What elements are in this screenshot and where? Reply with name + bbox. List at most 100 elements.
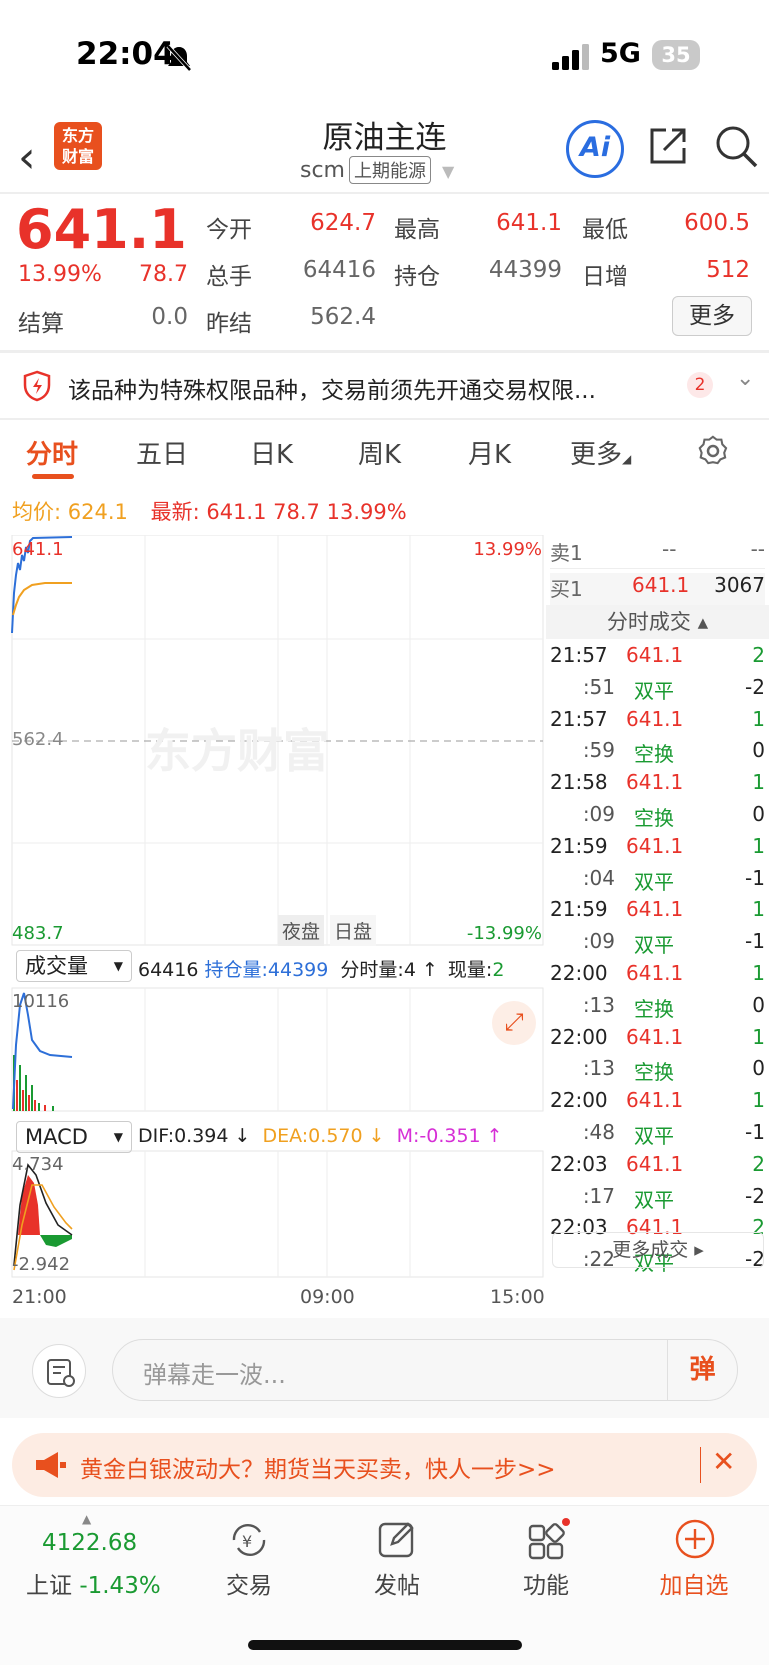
macd-indicator-select[interactable]: MACD ▼ bbox=[16, 1121, 132, 1153]
tick-time: :13 bbox=[582, 992, 615, 1017]
chevron-down-icon: ▼ bbox=[442, 162, 455, 181]
tick-row: 21:59 641.1 1 bbox=[550, 834, 765, 866]
price-info-line: 均价: 624.1 最新: 641.1 78.7 13.99% bbox=[12, 496, 407, 526]
tab-monthly-k[interactable]: 月K bbox=[468, 434, 511, 471]
ticks-header[interactable]: 分时成交 ▴ bbox=[546, 605, 769, 639]
tick-volume: 2 bbox=[752, 1151, 765, 1176]
tab-weekly-k[interactable]: 周K bbox=[358, 434, 401, 471]
index-ticker[interactable]: 上证 -1.43% bbox=[26, 1566, 161, 1600]
danmu-placeholder: 弹幕走一波... bbox=[143, 1361, 286, 1389]
macd-min-label: -2.942 bbox=[12, 1254, 71, 1275]
field-label: 总手 bbox=[206, 264, 252, 290]
chart-tabs: 分时 五日 日K 周K 月K 更多◢ bbox=[0, 420, 769, 488]
field-value: 600.5 bbox=[684, 210, 750, 236]
nav-add-watchlist[interactable]: 加自选 bbox=[644, 1566, 744, 1600]
field-label: 最低 bbox=[582, 217, 628, 243]
search-icon[interactable] bbox=[712, 122, 760, 170]
promo-text: 黄金白银波动大？期货当天买卖，快人一步>> bbox=[80, 1457, 556, 1483]
field-value: 562.4 bbox=[310, 304, 376, 330]
index-value[interactable]: 4122.68 bbox=[42, 1530, 137, 1556]
svg-text:¥: ¥ bbox=[242, 1532, 252, 1551]
price-high-label: 641.1 bbox=[12, 539, 64, 560]
tick-volume: -1 bbox=[745, 929, 765, 954]
tick-price: 双平 bbox=[634, 1187, 674, 1212]
status-bar: 22:04 5G 35 bbox=[0, 0, 769, 112]
tab-five-day[interactable]: 五日 bbox=[136, 434, 188, 471]
silent-bell-icon bbox=[166, 44, 192, 72]
intraday-chart[interactable]: 东方财富 641.1 13.99% 562.4 483.7 -13.99% 夜盘… bbox=[0, 535, 545, 1315]
gear-icon[interactable] bbox=[696, 434, 730, 468]
divider bbox=[700, 1447, 701, 1483]
danmu-settings-icon[interactable] bbox=[32, 1344, 86, 1398]
field-label: 最高 bbox=[394, 217, 440, 243]
chevron-down-icon[interactable]: ⌄ bbox=[736, 366, 754, 391]
latest-value: 641.1 bbox=[206, 500, 267, 524]
symbol-line[interactable]: scm 上期能源 ▼ bbox=[300, 156, 454, 184]
expand-icon[interactable]: ⤢ bbox=[492, 1001, 536, 1045]
tick-row: :09 双平 -1 bbox=[550, 929, 765, 961]
tick-time: :09 bbox=[582, 802, 615, 826]
close-icon[interactable]: ✕ bbox=[712, 1445, 735, 1478]
more-button[interactable]: 更多 bbox=[672, 296, 752, 336]
share-icon[interactable] bbox=[646, 124, 690, 168]
tab-daily-k[interactable]: 日K bbox=[250, 434, 293, 471]
tick-row: :13 空换 0 bbox=[550, 1056, 765, 1088]
watermark: 东方财富 bbox=[145, 724, 329, 778]
price-low-label: 483.7 bbox=[12, 923, 64, 944]
volume-indicator-select[interactable]: 成交量 ▼ bbox=[16, 950, 132, 982]
clock: 22:04 bbox=[76, 36, 175, 72]
tick-time: 22:00 bbox=[550, 1088, 608, 1113]
avg-value: 624.1 bbox=[67, 500, 128, 524]
signal-icon bbox=[552, 44, 589, 70]
session-night-toggle[interactable]: 夜盘 bbox=[278, 915, 325, 946]
field-label: 今开 bbox=[206, 217, 252, 243]
tick-volume: -2 bbox=[745, 1183, 765, 1208]
nav-trade[interactable]: 交易 bbox=[199, 1566, 299, 1600]
exchange-badge: 上期能源 bbox=[349, 156, 431, 184]
tab-indicator bbox=[32, 474, 74, 479]
nav-functions[interactable]: 功能 bbox=[496, 1566, 596, 1600]
tick-price: 双平 bbox=[634, 1124, 674, 1148]
volume-max-label: 10116 bbox=[12, 991, 70, 1012]
tick-time: :09 bbox=[582, 929, 615, 954]
field-value: 641.1 bbox=[496, 210, 562, 236]
tick-price: 641.1 bbox=[626, 1024, 684, 1049]
back-button[interactable]: ‹ bbox=[18, 132, 36, 183]
header: 原油主连 ‹ 东方财富 scm 上期能源 ▼ Ai bbox=[0, 112, 769, 192]
tick-volume: -1 bbox=[745, 1120, 765, 1144]
avg-label: 均价: bbox=[12, 500, 62, 524]
pre-settle-label: 562.4 bbox=[12, 729, 64, 750]
symbol-code: scm bbox=[300, 158, 345, 183]
tick-price: 空换 bbox=[634, 996, 674, 1021]
notice-count-badge: 2 bbox=[687, 372, 713, 398]
tick-time: 21:59 bbox=[550, 897, 608, 922]
tab-more[interactable]: 更多◢ bbox=[570, 434, 631, 471]
tick-price: 641.1 bbox=[626, 833, 684, 858]
tick-price: 641.1 bbox=[626, 706, 684, 731]
pct-high-label: 13.99% bbox=[473, 539, 542, 560]
nav-post[interactable]: 发帖 bbox=[347, 1566, 447, 1600]
megaphone-icon bbox=[36, 1452, 66, 1478]
tick-time: 21:57 bbox=[550, 706, 608, 731]
tick-price: 空换 bbox=[634, 742, 674, 767]
time-axis-start: 21:00 bbox=[12, 1286, 67, 1308]
promo-banner[interactable]: 黄金白银波动大？期货当天买卖，快人一步>> ✕ bbox=[12, 1433, 757, 1497]
more-ticks-button[interactable]: 更多成交 ▸ bbox=[552, 1232, 764, 1268]
tick-time: 21:57 bbox=[550, 643, 608, 667]
tick-row: :59 空换 0 bbox=[550, 738, 765, 770]
tick-row: 21:57 641.1 1 bbox=[550, 707, 765, 739]
ai-button[interactable]: Ai bbox=[566, 120, 624, 178]
tick-volume: 0 bbox=[752, 738, 765, 763]
latest-label: 最新: bbox=[150, 500, 200, 524]
latest-change: 78.7 bbox=[273, 500, 320, 524]
tick-price: 空换 bbox=[634, 806, 674, 830]
caret-up-icon: ▲ bbox=[82, 1512, 92, 1526]
danmu-send-button[interactable]: 弹 bbox=[667, 1340, 737, 1400]
order-book-panel: 卖1 -- -- 买1 641.1 3067 分时成交 ▴ 21:57 641.1… bbox=[546, 535, 769, 1315]
tick-row: 21:58 641.1 1 bbox=[550, 770, 765, 802]
danmu-input[interactable]: 弹幕走一波... 弹 bbox=[112, 1339, 738, 1401]
permission-notice[interactable]: 该品种为特殊权限品种，交易前须先开通交易权限... 2 ⌄ bbox=[0, 354, 769, 418]
tab-intraday[interactable]: 分时 bbox=[26, 434, 78, 471]
field-label: 持仓 bbox=[394, 264, 440, 290]
session-day-toggle[interactable]: 日盘 bbox=[330, 915, 377, 946]
